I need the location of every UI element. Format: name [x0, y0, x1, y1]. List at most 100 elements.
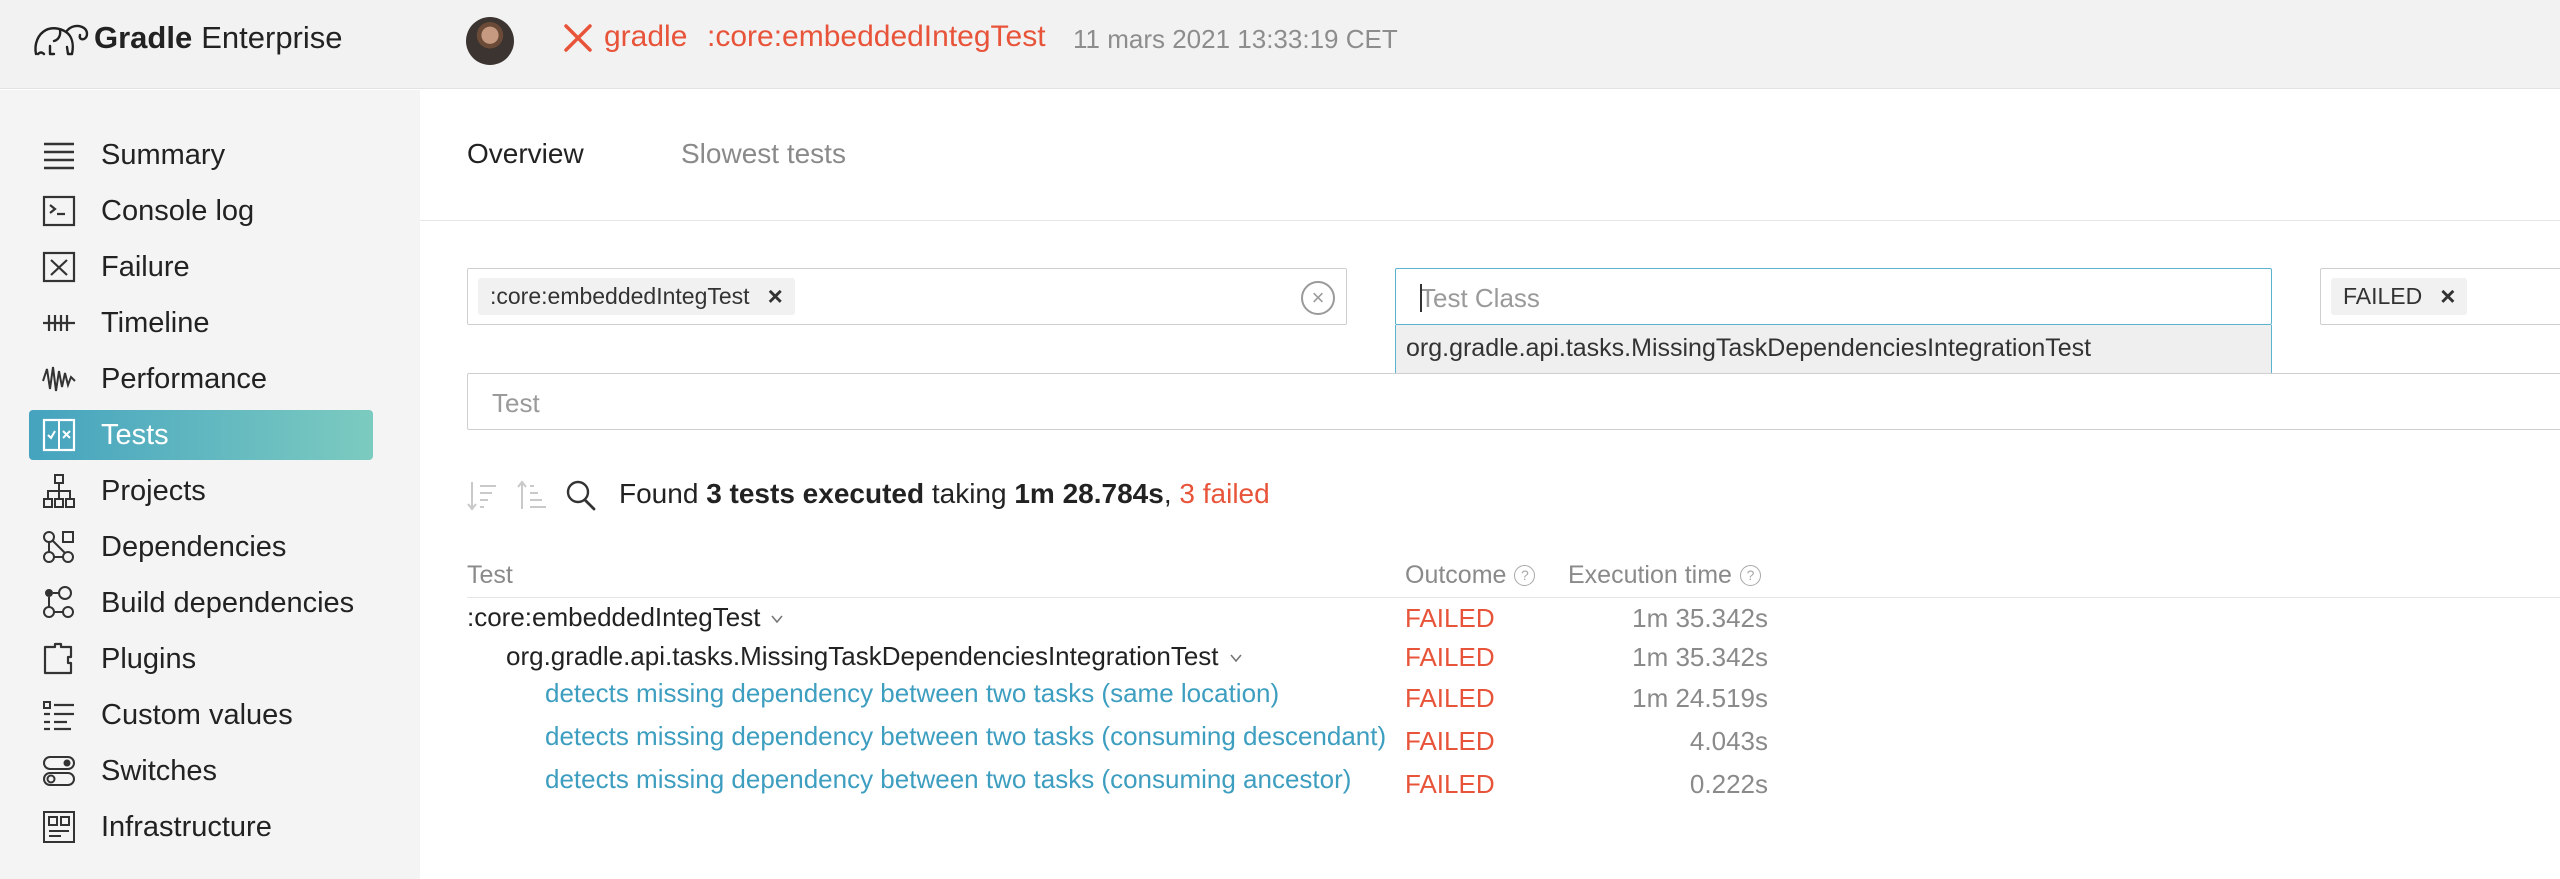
- test-filter-placeholder: Test: [492, 388, 540, 418]
- failure-icon: [39, 247, 79, 287]
- sidebar-item-label: Console log: [101, 194, 255, 227]
- test-name[interactable]: org.gradle.api.tasks.MissingTaskDependen…: [506, 641, 1243, 672]
- suggestion-item[interactable]: org.gradle.api.tasks.MissingTaskDependen…: [1406, 334, 2091, 363]
- sidebar-item-failure[interactable]: Failure: [29, 242, 373, 292]
- task-filter-chip-label: :core:embeddedIntegTest: [490, 283, 750, 309]
- test-name-link[interactable]: detects missing dependency between two t…: [545, 678, 1279, 709]
- task-filter[interactable]: :core:embeddedIntegTest × ×: [467, 268, 1347, 325]
- sidebar-item-label: Dependencies: [101, 530, 287, 563]
- build-timestamp: 11 mars 2021 13:33:19 CET: [1073, 24, 1398, 54]
- column-header-execution-time[interactable]: Execution time ?: [1568, 561, 1761, 590]
- sidebar: Summary Console log Failure Timeline Per…: [0, 90, 420, 879]
- sidebar-item-label: Timeline: [101, 306, 210, 339]
- sidebar-item-projects[interactable]: Projects: [29, 466, 373, 516]
- tab-slowest-tests[interactable]: Slowest tests: [681, 138, 846, 170]
- dependencies-icon: [39, 527, 79, 567]
- user-avatar[interactable]: [466, 17, 514, 65]
- sidebar-item-tests[interactable]: Tests: [29, 410, 373, 460]
- test-filter[interactable]: Test: [467, 373, 2560, 430]
- custom-values-icon: [39, 695, 79, 735]
- sidebar-item-switches[interactable]: Switches: [29, 746, 373, 796]
- test-outcome: FAILED: [1405, 726, 1495, 756]
- outcome-filter-chip: FAILED ×: [2331, 278, 2468, 315]
- test-outcome: FAILED: [1405, 683, 1495, 713]
- test-time: 1m 35.342s: [1632, 642, 1768, 672]
- results-middle: taking: [931, 478, 1007, 509]
- test-name[interactable]: :core:embeddedIntegTest: [467, 602, 784, 633]
- build-dependencies-icon: [39, 583, 79, 623]
- test-class-suggestions: org.gradle.api.tasks.MissingTaskDependen…: [1395, 325, 2272, 375]
- column-header-test[interactable]: Test: [467, 561, 513, 590]
- test-class-filter[interactable]: Test Class: [1395, 268, 2272, 325]
- gradle-logo[interactable]: Gradle Enterprise: [30, 14, 343, 62]
- sidebar-item-timeline[interactable]: Timeline: [29, 298, 373, 348]
- test-outcome: FAILED: [1405, 642, 1495, 672]
- help-icon[interactable]: ?: [1739, 565, 1761, 586]
- test-time: 0.222s: [1689, 769, 1768, 799]
- sidebar-item-custom-values[interactable]: Custom values: [29, 690, 373, 740]
- sidebar-item-dependencies[interactable]: Dependencies: [29, 522, 373, 572]
- product-name: Enterprise: [201, 20, 343, 55]
- column-header-label: Execution time: [1568, 561, 1732, 589]
- test-time: 1m 24.519s: [1632, 683, 1768, 713]
- sidebar-item-summary[interactable]: Summary: [29, 130, 373, 180]
- sidebar-item-infrastructure[interactable]: Infrastructure: [29, 802, 373, 852]
- results-summary: Found 3 tests executed taking 1m 28.784s…: [619, 478, 1270, 510]
- sidebar-item-label: Performance: [101, 362, 268, 395]
- sidebar-item-plugins[interactable]: Plugins: [29, 634, 373, 684]
- test-name-label: org.gradle.api.tasks.MissingTaskDependen…: [506, 641, 1219, 671]
- help-icon[interactable]: ?: [1514, 565, 1536, 586]
- outcome-filter[interactable]: FAILED ×: [2320, 268, 2560, 325]
- sidebar-item-label: Build dependencies: [101, 586, 355, 619]
- test-name-link[interactable]: detects missing dependency between two t…: [545, 764, 1351, 795]
- test-class-placeholder: Test Class: [1420, 283, 1540, 313]
- test-time: 4.043s: [1689, 726, 1768, 756]
- sidebar-item-label: Failure: [101, 250, 190, 283]
- sort-ascending-icon[interactable]: [516, 478, 548, 514]
- results-failed: 3 failed: [1179, 478, 1270, 509]
- results-duration: 1m 28.784s: [1014, 478, 1164, 509]
- chevron-down-icon[interactable]: [770, 612, 784, 626]
- task-filter-chip: :core:embeddedIntegTest ×: [478, 278, 795, 315]
- projects-icon: [39, 471, 79, 511]
- results-prefix: Found: [619, 478, 699, 509]
- test-outcome: FAILED: [1405, 769, 1495, 799]
- timeline-icon: [39, 303, 79, 343]
- test-name-link[interactable]: detects missing dependency between two t…: [545, 721, 1386, 752]
- column-header-label: Outcome: [1405, 561, 1507, 589]
- build-failed-icon: [564, 24, 592, 52]
- sidebar-item-label: Switches: [101, 754, 218, 787]
- sidebar-item-label: Projects: [101, 474, 206, 507]
- performance-icon: [39, 359, 79, 399]
- test-time: 1m 35.342s: [1632, 603, 1768, 633]
- clear-filter-icon[interactable]: ×: [1301, 281, 1335, 315]
- project-name[interactable]: gradle: [604, 20, 687, 54]
- results-count: 3 tests executed: [706, 478, 925, 509]
- remove-chip-icon[interactable]: ×: [768, 281, 783, 312]
- tests-tabs: Overview Slowest tests: [420, 90, 2560, 221]
- column-header-label: Test: [467, 561, 513, 589]
- header: Gradle Enterprise gradle :core:embeddedI…: [0, 0, 2560, 89]
- sidebar-item-label: Custom values: [101, 698, 293, 731]
- task-name[interactable]: :core:embeddedIntegTest: [707, 20, 1046, 54]
- remove-chip-icon[interactable]: ×: [2440, 281, 2455, 312]
- tab-overview[interactable]: Overview: [467, 138, 584, 170]
- header-divider: [467, 597, 2560, 598]
- search-icon[interactable]: [565, 478, 597, 514]
- infrastructure-icon: [39, 807, 79, 847]
- tests-icon: [39, 415, 79, 455]
- sidebar-item-performance[interactable]: Performance: [29, 354, 373, 404]
- text-cursor: [1420, 284, 1422, 312]
- sidebar-item-console-log[interactable]: Console log: [29, 186, 373, 236]
- test-name-label: :core:embeddedIntegTest: [467, 602, 761, 632]
- sidebar-item-label: Plugins: [101, 642, 197, 675]
- column-header-outcome[interactable]: Outcome ?: [1405, 561, 1536, 590]
- plugins-icon: [39, 639, 79, 679]
- sidebar-item-label: Summary: [101, 138, 226, 171]
- sidebar-item-build-dependencies[interactable]: Build dependencies: [29, 578, 373, 628]
- outcome-filter-chip-label: FAILED: [2343, 283, 2423, 309]
- sort-descending-icon[interactable]: [466, 478, 498, 514]
- test-outcome: FAILED: [1405, 603, 1495, 633]
- elephant-icon: [34, 24, 89, 56]
- chevron-down-icon[interactable]: [1229, 651, 1243, 665]
